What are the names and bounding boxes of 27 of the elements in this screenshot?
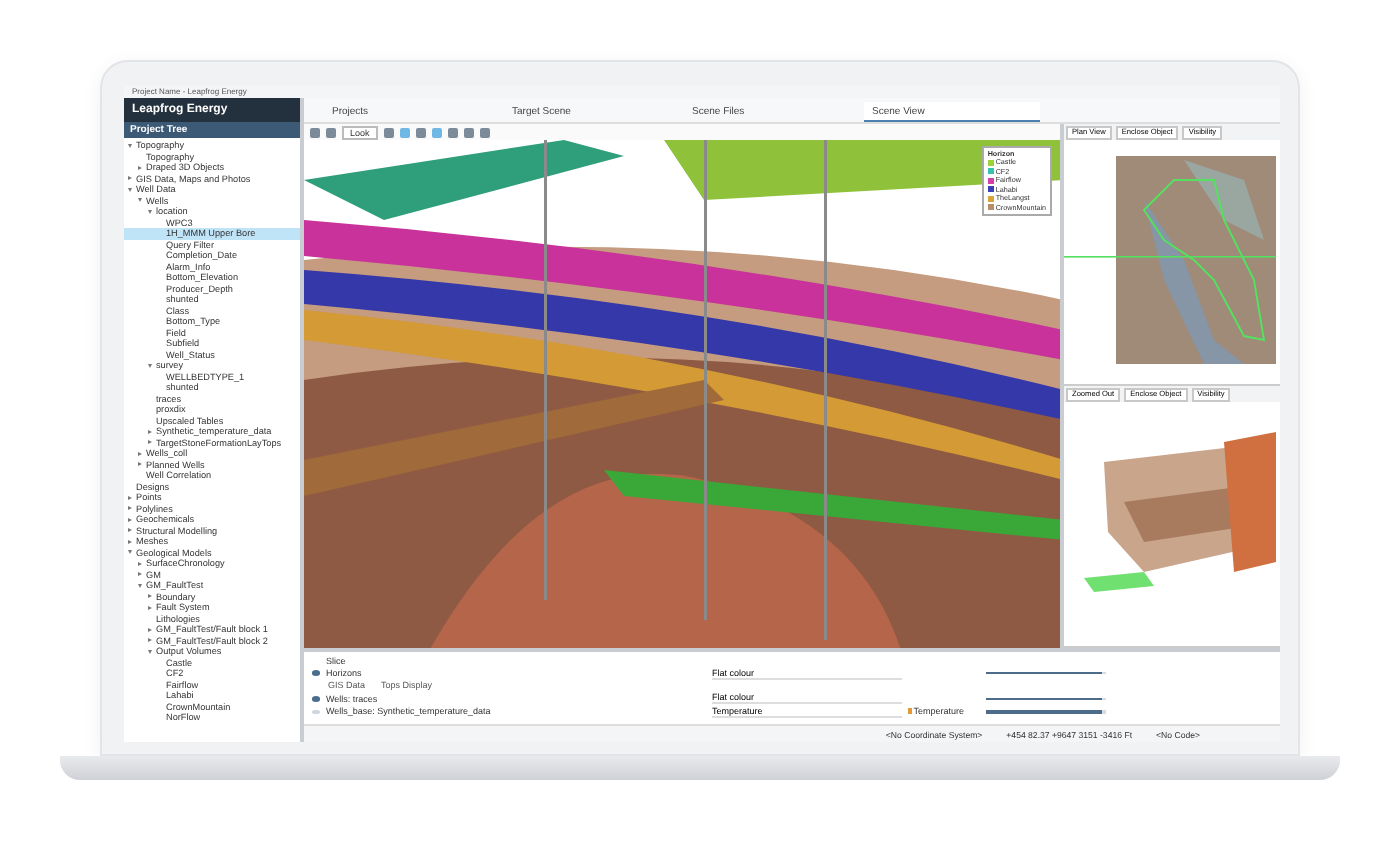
expand-arrow-icon[interactable]	[128, 550, 132, 555]
expand-arrow-icon[interactable]	[138, 462, 142, 467]
expand-arrow-icon[interactable]	[148, 594, 152, 599]
expand-arrow-icon[interactable]	[128, 187, 132, 192]
expand-arrow-icon[interactable]	[138, 165, 142, 170]
expand-arrow-icon[interactable]	[148, 649, 152, 654]
expand-arrow-icon[interactable]	[148, 605, 152, 610]
visibility-icon[interactable]	[312, 696, 320, 702]
expand-arrow-icon[interactable]	[128, 517, 132, 522]
expand-arrow-icon[interactable]	[148, 429, 152, 434]
expand-arrow-icon[interactable]	[128, 506, 132, 511]
expand-arrow-icon[interactable]	[128, 528, 132, 533]
expand-arrow-icon[interactable]	[128, 495, 132, 500]
expand-arrow-icon[interactable]	[148, 440, 152, 445]
expand-arrow-icon[interactable]	[128, 143, 132, 148]
expand-arrow-icon[interactable]	[148, 627, 152, 632]
expand-arrow-icon[interactable]	[148, 638, 152, 643]
expand-arrow-icon[interactable]	[148, 363, 152, 368]
expand-arrow-icon[interactable]	[148, 209, 152, 214]
expand-arrow-icon[interactable]	[138, 583, 142, 588]
expand-arrow-icon[interactable]	[128, 539, 132, 544]
expand-arrow-icon[interactable]	[138, 451, 142, 456]
expand-arrow-icon[interactable]	[138, 198, 142, 203]
expand-arrow-icon[interactable]	[138, 572, 142, 577]
visibility-icon[interactable]	[312, 670, 320, 676]
expand-arrow-icon[interactable]	[138, 561, 142, 566]
expand-arrow-icon[interactable]	[128, 176, 132, 181]
